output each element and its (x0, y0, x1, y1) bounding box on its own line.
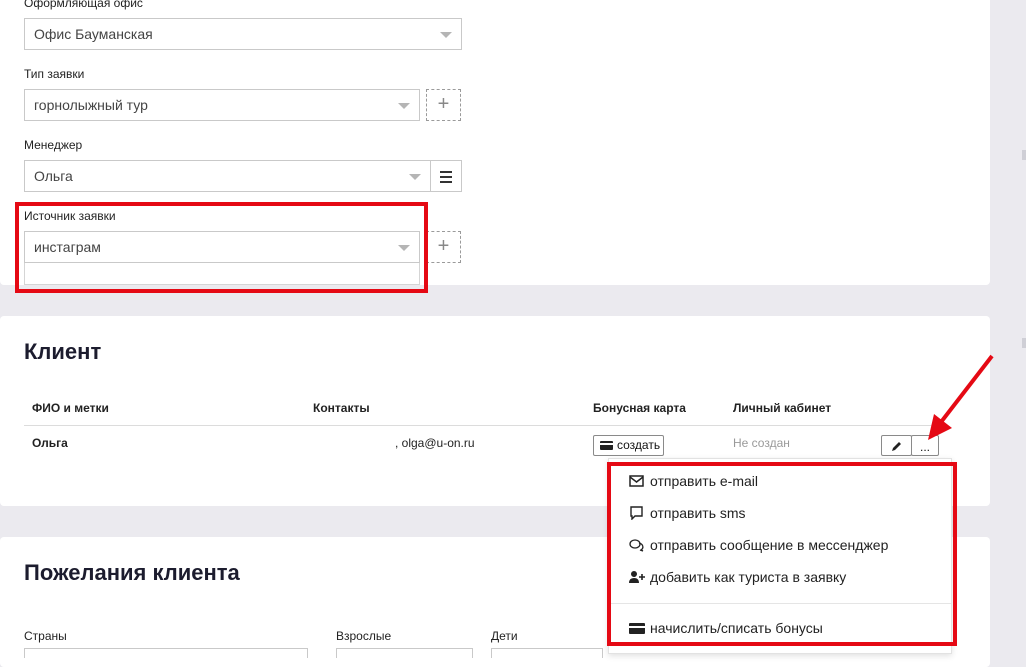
manager-list-button[interactable] (431, 160, 462, 192)
manager-select-value: Ольга (34, 168, 73, 184)
countries-label: Страны (24, 629, 67, 643)
annotation-arrow-icon (928, 354, 994, 440)
office-select[interactable]: Офис Бауманская (24, 18, 462, 50)
wishes-title: Пожелания клиента (24, 560, 240, 585)
client-name[interactable]: Ольга (32, 436, 68, 450)
adults-label: Взрослые (336, 629, 392, 643)
scroll-mark (1022, 150, 1026, 160)
credit-card-icon (600, 441, 613, 450)
chevron-down-icon (398, 103, 410, 109)
column-header-contacts: Контакты (313, 401, 370, 415)
add-type-button[interactable]: + (426, 89, 461, 121)
create-bonus-card-button[interactable]: создать (593, 435, 664, 456)
office-label: Оформляющая офис (24, 0, 143, 10)
type-select-value: горнолыжный тур (34, 97, 148, 113)
chevron-down-icon (440, 32, 452, 38)
chevron-down-icon (409, 174, 421, 180)
type-select[interactable]: горнолыжный тур (24, 89, 420, 121)
source-highlight-frame (15, 202, 428, 293)
column-header-cabinet: Личный кабинет (733, 401, 832, 415)
manager-select[interactable]: Ольга (24, 160, 431, 192)
client-contacts[interactable]: , olga@u-on.ru (395, 436, 475, 450)
scroll-mark (1022, 338, 1026, 348)
children-label: Дети (491, 629, 518, 643)
column-header-bonus-card: Бонусная карта (593, 401, 686, 415)
adults-field[interactable] (336, 648, 473, 658)
manager-label: Менеджер (24, 138, 83, 152)
cabinet-status: Не создан (733, 436, 790, 450)
add-source-button[interactable]: + (426, 231, 461, 263)
countries-field[interactable] (24, 648, 308, 658)
client-title: Клиент (24, 339, 102, 364)
table-divider (24, 425, 942, 426)
office-select-value: Офис Бауманская (34, 26, 153, 42)
menu-highlight-frame (607, 462, 957, 646)
children-field[interactable] (491, 648, 603, 658)
column-header-name: ФИО и метки (32, 401, 109, 415)
type-label: Тип заявки (24, 67, 85, 81)
create-bonus-card-label: создать (617, 438, 661, 452)
